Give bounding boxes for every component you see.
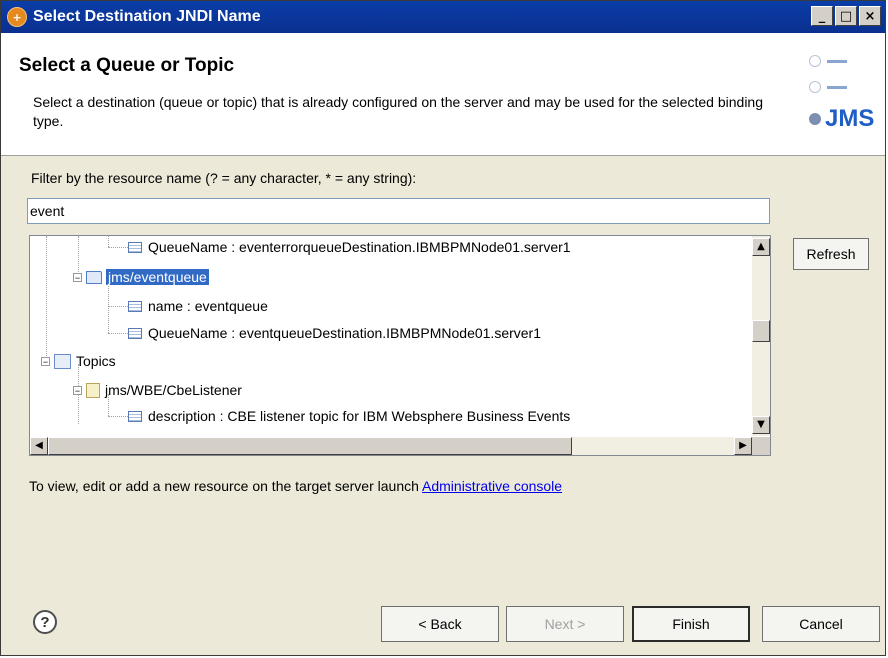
info-text: To view, edit or add a new resource on t… [29,478,562,494]
tree-item-label: jms/eventqueue [106,269,209,285]
table-icon [128,241,142,253]
close-button[interactable]: × [859,6,881,26]
finish-button[interactable]: Finish [632,606,750,642]
tree-item-cbelistener[interactable]: − jms/WBE/CbeListener [73,379,242,401]
jms-logo: JMS [785,53,875,143]
tree-line [108,416,128,417]
window-title: Select Destination JNDI Name [33,8,261,25]
tree-line [46,236,47,366]
tree-line [108,306,128,307]
next-button[interactable]: Next > [506,606,624,642]
tree-item-queuename-error[interactable]: QueueName : eventerrorqueueDestination.I… [128,236,571,258]
window-controls: _ □ × [811,6,881,26]
page-title: Select a Queue or Topic [19,55,235,76]
maximize-button[interactable]: □ [835,6,857,26]
tree-item-topics[interactable]: − Topics [41,350,116,372]
scroll-down-icon[interactable]: ▼ [752,416,770,434]
refresh-button[interactable]: Refresh [793,238,869,270]
page-description: Select a destination (queue or topic) th… [33,94,764,129]
horizontal-scrollbar[interactable]: ◀ ▶ [30,437,752,455]
collapse-icon[interactable]: − [73,272,82,282]
tree-item-description[interactable]: description : CBE listener topic for IBM… [128,405,570,427]
step-dash-icon [827,59,847,63]
tree-item-label: QueueName : eventerrorqueueDestination.I… [148,239,571,255]
filter-label: Filter by the resource name (? = any cha… [31,170,417,186]
scroll-right-icon[interactable]: ▶ [734,437,752,455]
collapse-icon[interactable]: − [41,356,50,366]
topics-folder-icon [54,353,71,369]
cancel-button[interactable]: Cancel [762,606,880,642]
resource-tree[interactable]: QueueName : eventerrorqueueDestination.I… [29,235,771,456]
step-dash-icon [827,85,847,89]
help-icon[interactable]: ? [33,610,57,634]
table-icon [128,410,142,422]
scroll-up-icon[interactable]: ▲ [752,238,770,256]
back-button[interactable]: < Back [381,606,499,642]
table-icon [128,327,142,339]
title-bar[interactable]: + Select Destination JNDI Name _ □ × [1,1,885,33]
info-text-label: To view, edit or add a new resource on t… [29,478,423,494]
scroll-left-icon[interactable]: ◀ [30,437,48,455]
tree-item-name[interactable]: name : eventqueue [128,295,268,317]
dialog-header: Select a Queue or Topic Select a destina… [1,33,885,156]
vertical-scroll-thumb[interactable] [752,320,770,342]
topic-icon [86,382,100,398]
tree-line [108,247,128,248]
dialog-window: + Select Destination JNDI Name _ □ × Sel… [0,0,886,656]
tree-line [108,333,128,334]
tree-item-label: jms/WBE/CbeListener [105,382,242,398]
tree-line [108,236,109,247]
table-icon [128,300,142,312]
queue-icon [86,270,102,284]
filter-input[interactable]: event [27,198,770,224]
jms-logo-text: JMS [825,105,875,132]
tree-item-label: name : eventqueue [148,298,268,314]
tree-item-queuename[interactable]: QueueName : eventqueueDestination.IBMBPM… [128,322,541,344]
step-dot-active-icon [809,113,821,125]
administrative-console-link[interactable]: Administrative console [422,478,562,494]
collapse-icon[interactable]: − [73,385,82,395]
step-dot-icon [809,55,821,67]
step-dot-icon [809,81,821,93]
dialog-body: Filter by the resource name (? = any cha… [1,156,885,655]
scroll-corner [752,437,770,455]
tree-item-jms-eventqueue[interactable]: − jms/eventqueue [73,266,209,288]
vertical-scrollbar[interactable]: ▲ ▼ [752,236,770,436]
tree-item-label: Topics [76,353,116,369]
tree-item-label: description : CBE listener topic for IBM… [148,408,571,424]
horizontal-scroll-thumb[interactable] [48,437,572,455]
minimize-button[interactable]: _ [811,6,833,26]
app-icon: + [7,7,27,27]
tree-item-label: QueueName : eventqueueDestination.IBMBPM… [148,325,541,341]
